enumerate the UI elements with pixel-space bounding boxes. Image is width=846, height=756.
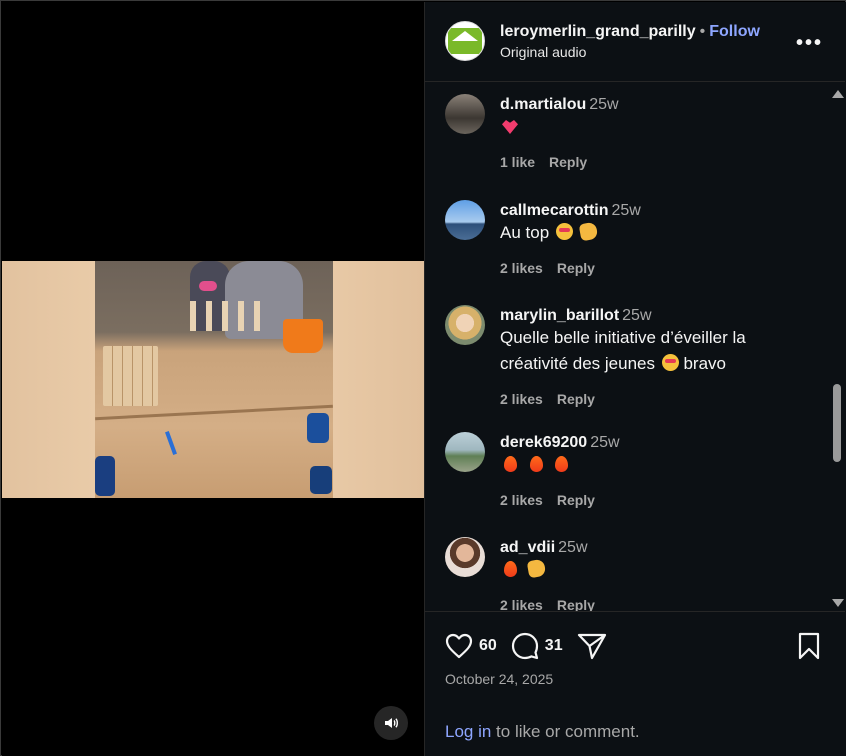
comment-time[interactable]: 25w [611,202,640,219]
scroll-up-icon[interactable] [832,90,844,98]
reel-video[interactable] [2,261,424,498]
follow-button[interactable]: Follow [709,23,760,40]
like-button[interactable]: 60 [445,633,497,659]
leroy-merlin-logo [448,28,482,54]
avatar[interactable] [445,537,485,577]
comment-time[interactable]: 25w [590,434,619,451]
comment-username[interactable]: callmecarottin [500,202,608,219]
comment-username[interactable]: ad_vdii [500,539,555,556]
media-pane [2,2,424,756]
comment-text-content: Au top [500,223,550,242]
video-frame [95,261,333,498]
scrollbar-thumb[interactable] [833,384,841,462]
fire-emoji-icon [504,561,517,577]
reply-button[interactable]: Reply [557,492,595,508]
clapping-hands-emoji-icon [578,221,598,242]
comment-username[interactable]: d.martialou [500,96,586,113]
comment-text [500,557,820,583]
login-prompt: Log in to like or comment. [445,722,640,742]
audio-label[interactable]: Original audio [500,44,760,60]
header-text: leroymerlin_grand_parilly • Follow Origina… [500,23,760,60]
heart-icon [445,633,473,659]
reply-button[interactable]: Reply [557,260,595,276]
comment-item: ad_vdii 25w 2 likes Reply [425,527,825,611]
instagram-post-window: leroymerlin_grand_parilly • Follow Origina… [0,0,846,756]
more-icon[interactable]: ••• [796,32,823,55]
like-count[interactable]: 2 likes [500,391,543,407]
fire-emoji-icon [555,456,569,472]
comment-time[interactable]: 25w [589,96,618,113]
avatar[interactable] [445,94,485,134]
avatar[interactable] [445,200,485,240]
star-struck-emoji-icon [661,354,679,371]
separator-dot: • [699,23,706,40]
like-count[interactable]: 1 like [500,154,535,170]
bookmark-icon[interactable] [797,632,821,665]
fire-emoji-icon [504,456,517,472]
clapping-hands-emoji-icon [526,558,547,579]
like-count[interactable]: 2 likes [500,597,543,611]
like-count[interactable]: 2 likes [500,260,543,276]
comment-item: marylin_barillot 25w Quelle belle initiat… [425,295,825,423]
avatar[interactable] [445,305,485,345]
comment-text-line: Quelle belle initiative d’éveiller la [500,328,746,347]
comments-list: d.martialou 25w 1 like Reply callmecarotti… [425,84,845,611]
comment-username[interactable]: marylin_barillot [500,307,619,324]
pen [165,431,177,455]
comment-text [500,452,820,478]
orange-bucket [283,319,323,353]
share-icon [577,633,606,660]
wooden-figures [190,301,260,331]
reply-button[interactable]: Reply [557,597,595,611]
comment-text-tail: bravo [683,354,726,373]
fire-emoji-icon [529,456,543,472]
comment-text: Au top [500,220,820,246]
comment-username[interactable]: derek69200 [500,434,587,451]
star-struck-emoji-icon [555,223,573,240]
login-link[interactable]: Log in [445,722,491,741]
reply-button[interactable]: Reply [549,154,587,170]
avatar[interactable] [445,432,485,472]
comment-button[interactable]: 31 [511,632,563,660]
comment-icon [511,632,538,660]
volume-icon[interactable] [374,706,408,740]
pink-mask [199,281,217,291]
comment-item: callmecarottin 25w Au top 2 likes Reply [425,190,825,290]
post-date[interactable]: October 24, 2025 [445,671,553,687]
comment-item: derek69200 25w 2 likes Reply [425,422,825,522]
comments-scrollbar[interactable] [829,86,845,611]
wooden-blocks [103,346,158,406]
comment-time[interactable]: 25w [558,539,587,556]
like-count[interactable]: 2 likes [500,492,543,508]
drill [307,413,329,443]
comment-text [500,114,820,140]
comment-item: d.martialou 25w 1 like Reply [425,84,825,184]
share-button[interactable] [577,632,607,660]
like-count[interactable]: 60 [479,637,497,655]
scroll-down-icon[interactable] [832,599,844,607]
action-bar: 60 31 [445,632,621,660]
avatar[interactable] [445,21,485,61]
post-username[interactable]: leroymerlin_grand_parilly [500,23,696,40]
workbench-edge [95,404,333,421]
heart-emoji-icon [502,120,518,134]
drill [310,466,332,494]
post-footer: 60 31 October 24, 2025 Log in to like or… [425,611,845,756]
login-suffix: to like or comment. [491,722,640,741]
drill [95,456,115,496]
comment-time[interactable]: 25w [622,307,651,324]
post-header: leroymerlin_grand_parilly • Follow Origina… [425,2,845,82]
comment-count[interactable]: 31 [545,637,563,655]
comment-text-line: créativité des jeunes [500,354,655,373]
post-sidebar: leroymerlin_grand_parilly • Follow Origina… [424,2,846,756]
reply-button[interactable]: Reply [557,391,595,407]
comment-text: Quelle belle initiative d’éveiller la cr… [500,325,820,377]
